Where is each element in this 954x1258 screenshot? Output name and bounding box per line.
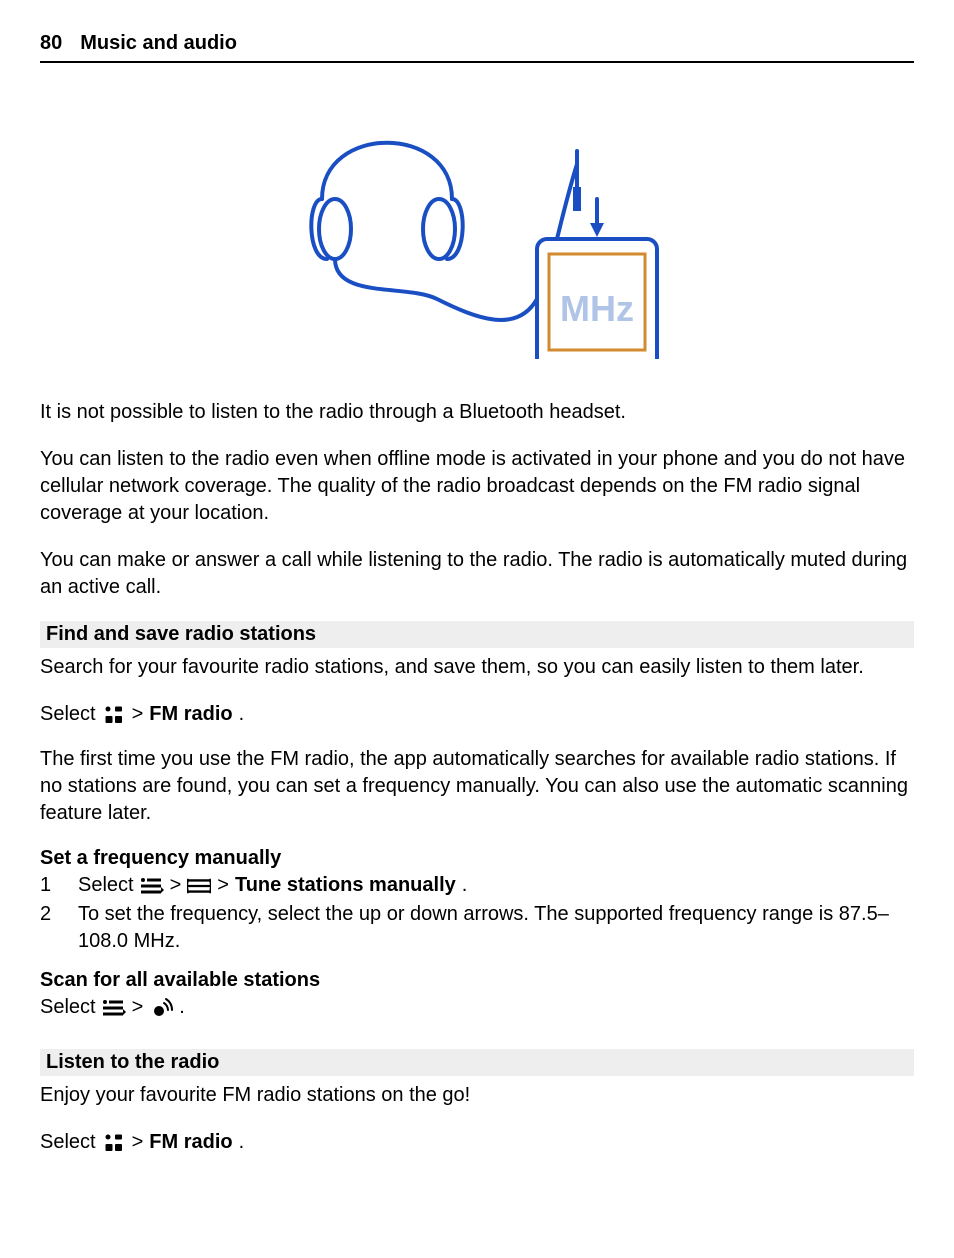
paragraph-offline-note: You can listen to the radio even when of… <box>40 446 914 527</box>
subheading-set-frequency: Set a frequency manually <box>40 847 914 870</box>
step-text: To set the frequency, select the up or d… <box>78 901 914 955</box>
paragraph-listen-intro: Enjoy your favourite FM radio stations o… <box>40 1082 914 1109</box>
period: . <box>179 994 185 1021</box>
page-header: 80 Music and audio <box>40 32 914 63</box>
step-number: 1 <box>40 872 54 899</box>
fm-radio-label: FM radio <box>149 1129 232 1156</box>
gt-symbol: > <box>217 872 229 899</box>
options-list-icon <box>140 875 164 897</box>
page-title: Music and audio <box>80 32 237 55</box>
gt-symbol: > <box>132 994 144 1021</box>
subheading-scan-stations: Scan for all available stations <box>40 969 914 992</box>
section-heading-listen-radio: Listen to the radio <box>40 1049 914 1076</box>
page-number: 80 <box>40 32 62 55</box>
select-fm-radio-line-2: Select > FM radio. <box>40 1129 914 1156</box>
select-label: Select <box>40 701 96 728</box>
tune-manually-label: Tune stations manually <box>235 872 456 899</box>
headset-phone-svg: MHz <box>277 99 677 359</box>
gt-symbol: > <box>170 872 182 899</box>
select-label: Select <box>40 994 96 1021</box>
period: . <box>239 1129 245 1156</box>
gt-symbol: > <box>132 1129 144 1156</box>
apps-grid-icon <box>102 704 126 726</box>
apps-grid-icon <box>102 1132 126 1154</box>
list-item: 2 To set the frequency, select the up or… <box>40 901 914 955</box>
paragraph-call-note: You can make or answer a call while list… <box>40 547 914 601</box>
options-list-icon <box>102 997 126 1019</box>
period: . <box>462 872 468 899</box>
select-scan-line: Select > . <box>40 994 914 1021</box>
paragraph-find-intro: Search for your favourite radio stations… <box>40 654 914 681</box>
headset-phone-illustration: MHz <box>40 99 914 359</box>
menu-lines-icon <box>187 875 211 897</box>
select-fm-radio-line: Select > FM radio. <box>40 701 914 728</box>
paragraph-bluetooth-note: It is not possible to listen to the radi… <box>40 399 914 426</box>
fm-radio-label: FM radio <box>149 701 232 728</box>
period: . <box>239 701 245 728</box>
section-heading-find-stations: Find and save radio stations <box>40 621 914 648</box>
list-item: 1 Select > <box>40 872 914 899</box>
select-label: Select <box>78 872 134 899</box>
document-page: 80 Music and audio <box>0 0 954 1214</box>
step-number: 2 <box>40 901 54 955</box>
paragraph-first-time: The first time you use the FM radio, the… <box>40 746 914 827</box>
illustration-mhz-text: MHz <box>560 288 634 329</box>
gt-symbol: > <box>132 701 144 728</box>
set-frequency-steps: 1 Select > <box>40 872 914 955</box>
radio-scan-icon <box>149 997 173 1019</box>
select-label: Select <box>40 1129 96 1156</box>
